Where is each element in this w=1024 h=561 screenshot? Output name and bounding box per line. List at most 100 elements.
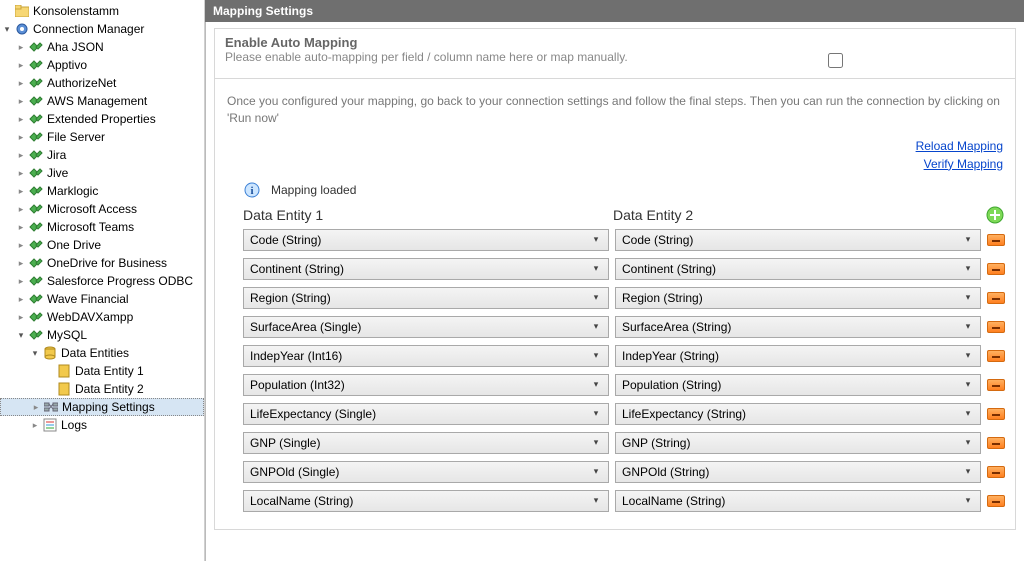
tree-connection-item[interactable]: ▸Marklogic xyxy=(0,182,204,200)
field-label: LifeExpectancy (String) xyxy=(622,407,960,421)
chevron-down-icon: ▾ xyxy=(588,466,604,477)
field-label: Code (String) xyxy=(250,233,588,247)
add-mapping-button[interactable] xyxy=(985,205,1005,225)
remove-mapping-button[interactable] xyxy=(987,350,1005,362)
chevron-right-icon[interactable]: ▸ xyxy=(14,312,28,323)
chevron-right-icon[interactable]: ▸ xyxy=(14,132,28,143)
remove-mapping-button[interactable] xyxy=(987,466,1005,478)
gear-icon xyxy=(14,21,30,37)
tree-connection-item[interactable]: ▸Extended Properties xyxy=(0,110,204,128)
tree-item-label: Wave Financial xyxy=(47,292,129,306)
entity2-field-select[interactable]: Continent (String)▾ xyxy=(615,258,981,280)
entity2-field-select[interactable]: IndepYear (String)▾ xyxy=(615,345,981,367)
entity1-field-select[interactable]: GNPOld (Single)▾ xyxy=(243,461,609,483)
entity2-field-select[interactable]: Population (String)▾ xyxy=(615,374,981,396)
entity2-field-select[interactable]: SurfaceArea (String)▾ xyxy=(615,316,981,338)
tree-entity-2[interactable]: Data Entity 2 xyxy=(0,380,204,398)
chevron-down-icon[interactable]: ▾ xyxy=(14,330,28,341)
tree-connection-item[interactable]: ▸AuthorizeNet xyxy=(0,74,204,92)
tree-connection-item[interactable]: ▸AWS Management xyxy=(0,92,204,110)
entity1-field-select[interactable]: GNP (Single)▾ xyxy=(243,432,609,454)
remove-mapping-button[interactable] xyxy=(987,379,1005,391)
remove-mapping-button[interactable] xyxy=(987,408,1005,420)
chevron-right-icon[interactable]: ▸ xyxy=(14,96,28,107)
remove-mapping-button[interactable] xyxy=(987,234,1005,246)
enable-auto-mapping-checkbox[interactable] xyxy=(828,53,843,68)
entity1-field-select[interactable]: LifeExpectancy (Single)▾ xyxy=(243,403,609,425)
remove-mapping-button[interactable] xyxy=(987,495,1005,507)
chevron-right-icon[interactable]: ▸ xyxy=(14,258,28,269)
chevron-right-icon[interactable]: ▸ xyxy=(14,114,28,125)
entity1-field-select[interactable]: Region (String)▾ xyxy=(243,287,609,309)
remove-mapping-button[interactable] xyxy=(987,263,1005,275)
chevron-right-icon[interactable]: ▸ xyxy=(14,168,28,179)
entity1-field-select[interactable]: LocalName (String)▾ xyxy=(243,490,609,512)
connector-icon xyxy=(28,273,44,289)
chevron-right-icon[interactable]: ▸ xyxy=(14,150,28,161)
verify-mapping-link[interactable]: Verify Mapping xyxy=(227,157,1003,171)
entity1-field-select[interactable]: Code (String)▾ xyxy=(243,229,609,251)
tree-item-label: One Drive xyxy=(47,238,101,252)
tree-logs[interactable]: ▸ Logs xyxy=(0,416,204,434)
entity1-field-select[interactable]: Continent (String)▾ xyxy=(243,258,609,280)
entity1-field-select[interactable]: Population (Int32)▾ xyxy=(243,374,609,396)
tree-entity-1[interactable]: Data Entity 1 xyxy=(0,362,204,380)
chevron-right-icon[interactable]: ▸ xyxy=(14,42,28,53)
chevron-down-icon: ▾ xyxy=(960,263,976,274)
tree-connection-item[interactable]: ▸Microsoft Access xyxy=(0,200,204,218)
tree-connection-item[interactable]: ▸Apptivo xyxy=(0,56,204,74)
connector-icon xyxy=(28,219,44,235)
field-label: LifeExpectancy (Single) xyxy=(250,407,588,421)
chevron-right-icon[interactable]: ▸ xyxy=(14,240,28,251)
reload-mapping-link[interactable]: Reload Mapping xyxy=(227,139,1003,153)
chevron-right-icon[interactable]: ▸ xyxy=(14,294,28,305)
remove-mapping-button[interactable] xyxy=(987,292,1005,304)
tree-connection-item[interactable]: ▸WebDAVXampp xyxy=(0,308,204,326)
tree-connection-manager[interactable]: ▾ Connection Manager xyxy=(0,20,204,38)
mapping-row: SurfaceArea (Single)▾ SurfaceArea (String… xyxy=(243,316,1005,338)
entity1-field-select[interactable]: SurfaceArea (Single)▾ xyxy=(243,316,609,338)
tree-connection-item[interactable]: ▸Microsoft Teams xyxy=(0,218,204,236)
tree-connection-item[interactable]: ▸Jira xyxy=(0,146,204,164)
entity2-field-select[interactable]: Region (String)▾ xyxy=(615,287,981,309)
entity2-field-select[interactable]: Code (String)▾ xyxy=(615,229,981,251)
chevron-right-icon[interactable]: ▸ xyxy=(14,204,28,215)
field-label: Region (String) xyxy=(622,291,960,305)
tree-mysql[interactable]: ▾ MySQL xyxy=(0,326,204,344)
entity2-field-select[interactable]: GNP (String)▾ xyxy=(615,432,981,454)
instruction-text: Once you configured your mapping, go bac… xyxy=(215,79,1015,135)
tree-root[interactable]: Konsolenstamm xyxy=(0,2,204,20)
chevron-right-icon[interactable]: ▸ xyxy=(14,60,28,71)
tree-item-label: OneDrive for Business xyxy=(47,256,167,270)
tree-connection-item[interactable]: ▸ Wave Financial xyxy=(0,290,204,308)
chevron-right-icon[interactable]: ▸ xyxy=(14,186,28,197)
entity2-field-select[interactable]: LocalName (String)▾ xyxy=(615,490,981,512)
panel-title: Mapping Settings xyxy=(205,0,1024,22)
entity2-field-select[interactable]: LifeExpectancy (String)▾ xyxy=(615,403,981,425)
tree-connection-item[interactable]: ▸Aha JSON xyxy=(0,38,204,56)
tree-connection-item[interactable]: ▸Jive xyxy=(0,164,204,182)
tree-connection-item[interactable]: ▸ OneDrive for Business xyxy=(0,254,204,272)
tree-connection-item[interactable]: ▸ One Drive xyxy=(0,236,204,254)
chevron-right-icon[interactable]: ▸ xyxy=(28,420,42,431)
connector-icon xyxy=(28,57,44,73)
remove-mapping-button[interactable] xyxy=(987,437,1005,449)
entity1-field-select[interactable]: IndepYear (Int16)▾ xyxy=(243,345,609,367)
entity2-field-select[interactable]: GNPOld (String)▾ xyxy=(615,461,981,483)
connector-icon xyxy=(28,201,44,217)
entity-icon xyxy=(56,363,72,379)
chevron-right-icon[interactable]: ▸ xyxy=(29,402,43,413)
chevron-right-icon[interactable]: ▸ xyxy=(14,222,28,233)
chevron-right-icon[interactable]: ▸ xyxy=(14,78,28,89)
tree-connection-item[interactable]: ▸Salesforce Progress ODBC xyxy=(0,272,204,290)
remove-mapping-button[interactable] xyxy=(987,321,1005,333)
tree-mapping-settings[interactable]: ▸ Mapping Settings xyxy=(0,398,204,416)
tree-data-entities[interactable]: ▾ Data Entities xyxy=(0,344,204,362)
connector-icon xyxy=(28,165,44,181)
chevron-down-icon[interactable]: ▾ xyxy=(28,348,42,359)
chevron-down-icon: ▾ xyxy=(588,321,604,332)
tree-connection-item[interactable]: ▸File Server xyxy=(0,128,204,146)
tree-ms-label: Mapping Settings xyxy=(62,400,155,414)
chevron-right-icon[interactable]: ▸ xyxy=(14,276,28,287)
chevron-down-icon[interactable]: ▾ xyxy=(0,24,14,35)
